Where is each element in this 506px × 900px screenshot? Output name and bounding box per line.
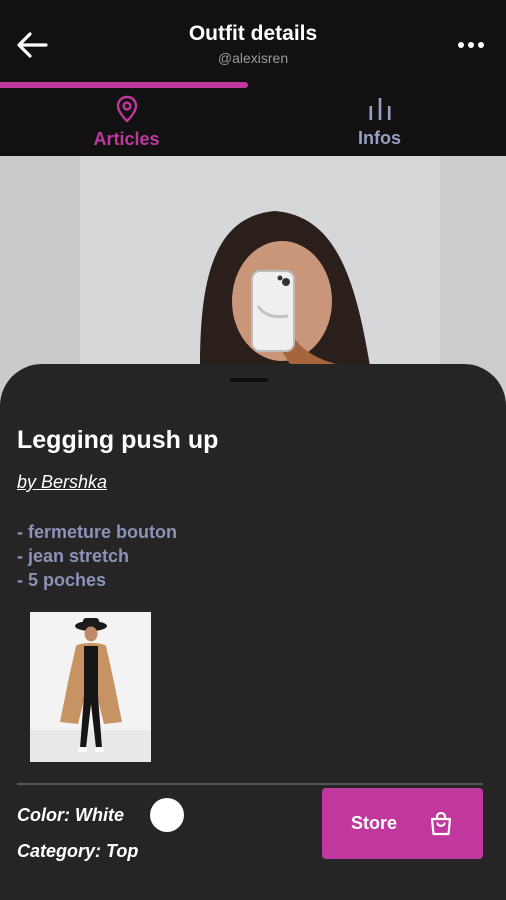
tab-infos[interactable]: Infos	[253, 88, 506, 156]
item-thumbnail[interactable]	[30, 612, 151, 762]
more-options-button[interactable]	[454, 30, 488, 60]
tab-bar: Articles Infos	[0, 88, 506, 156]
tab-articles[interactable]: Articles	[0, 88, 253, 156]
feature-item: - fermeture bouton	[17, 522, 177, 542]
header-titles: Outfit details @alexisren	[0, 22, 506, 66]
item-title: Legging push up	[17, 426, 219, 454]
feature-list: - fermeture bouton - jean stretch - 5 po…	[17, 520, 177, 592]
feature-item: - jean stretch	[17, 546, 130, 566]
page-title: Outfit details	[188, 22, 318, 45]
username-label[interactable]: @alexisren	[0, 50, 506, 66]
shopping-bag-icon	[430, 811, 452, 836]
brand-link[interactable]: by Bershka	[17, 472, 107, 493]
sheet-drag-handle[interactable]	[230, 378, 268, 382]
bar-chart-icon	[369, 97, 390, 120]
item-details-sheet: Legging push up by Bershka - fermeture b…	[0, 364, 506, 900]
tab-articles-label: Articles	[93, 128, 160, 149]
tab-infos-label: Infos	[358, 127, 401, 148]
top-bar: Outfit details @alexisren	[0, 0, 506, 90]
feature-item: - 5 poches	[17, 570, 107, 590]
category-label: Category: Top	[17, 841, 139, 861]
section-divider	[17, 783, 483, 785]
store-button-label: Store	[351, 813, 398, 833]
color-label: Color: White	[17, 805, 124, 825]
store-button[interactable]: Store	[322, 788, 483, 859]
location-pin-icon	[116, 95, 137, 122]
more-horizontal-icon	[458, 42, 484, 48]
color-swatch	[150, 798, 184, 832]
